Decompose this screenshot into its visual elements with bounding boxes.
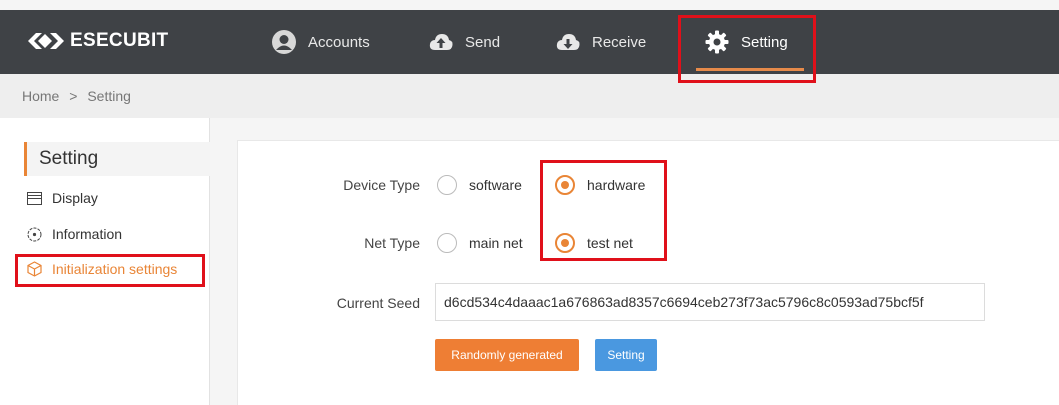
sidebar-item-information[interactable]: Information <box>26 226 122 242</box>
top-nav-bar: ESECUBIT Accounts Send Receive Setting <box>0 10 1059 74</box>
nav-receive[interactable]: Receive <box>556 10 646 74</box>
nav-receive-label: Receive <box>592 33 647 51</box>
user-avatar-icon <box>272 30 296 54</box>
nav-send[interactable]: Send <box>429 10 500 74</box>
device-type-label: Device Type <box>343 177 420 193</box>
setting-button[interactable]: Setting <box>595 339 657 371</box>
nav-send-label: Send <box>465 33 501 51</box>
breadcrumb-separator: > <box>69 88 78 104</box>
cloud-upload-icon <box>429 30 453 54</box>
sidebar-item-display[interactable]: Display <box>26 190 98 206</box>
current-seed-label: Current Seed <box>336 295 420 311</box>
sidebar-item-display-label: Display <box>52 190 98 206</box>
window-icon <box>26 190 42 206</box>
randomly-generated-button[interactable]: Randomly generated <box>435 339 579 371</box>
sidebar-title: Setting <box>24 142 210 176</box>
nav-accounts-label: Accounts <box>308 33 370 51</box>
device-type-software-radio[interactable]: software <box>437 175 522 195</box>
highlight-box-setting-tab <box>678 15 816 83</box>
net-type-label: Net Type <box>364 235 420 251</box>
highlight-box-selected-radios <box>540 160 667 261</box>
nav-accounts[interactable]: Accounts <box>272 10 370 74</box>
net-type-main-label: main net <box>469 235 523 251</box>
current-seed-input[interactable]: d6cd534c4daaac1a676863ad8357c6694ceb273f… <box>435 283 985 321</box>
logo-arrows-icon <box>28 33 64 49</box>
info-circle-icon <box>26 226 42 242</box>
breadcrumb-current: Setting <box>87 88 131 104</box>
logo-text: ESECUBIT <box>70 30 169 51</box>
sidebar-item-information-label: Information <box>52 226 123 242</box>
net-type-main-radio[interactable]: main net <box>437 233 523 253</box>
breadcrumb: Home > Setting <box>0 74 1059 118</box>
breadcrumb-home[interactable]: Home <box>22 88 59 104</box>
highlight-box-initialization <box>15 254 205 287</box>
app-logo[interactable]: ESECUBIT <box>28 30 168 52</box>
device-type-software-label: software <box>469 177 522 193</box>
radio-circle[interactable] <box>437 233 457 253</box>
cloud-download-icon <box>556 30 580 54</box>
radio-circle[interactable] <box>437 175 457 195</box>
